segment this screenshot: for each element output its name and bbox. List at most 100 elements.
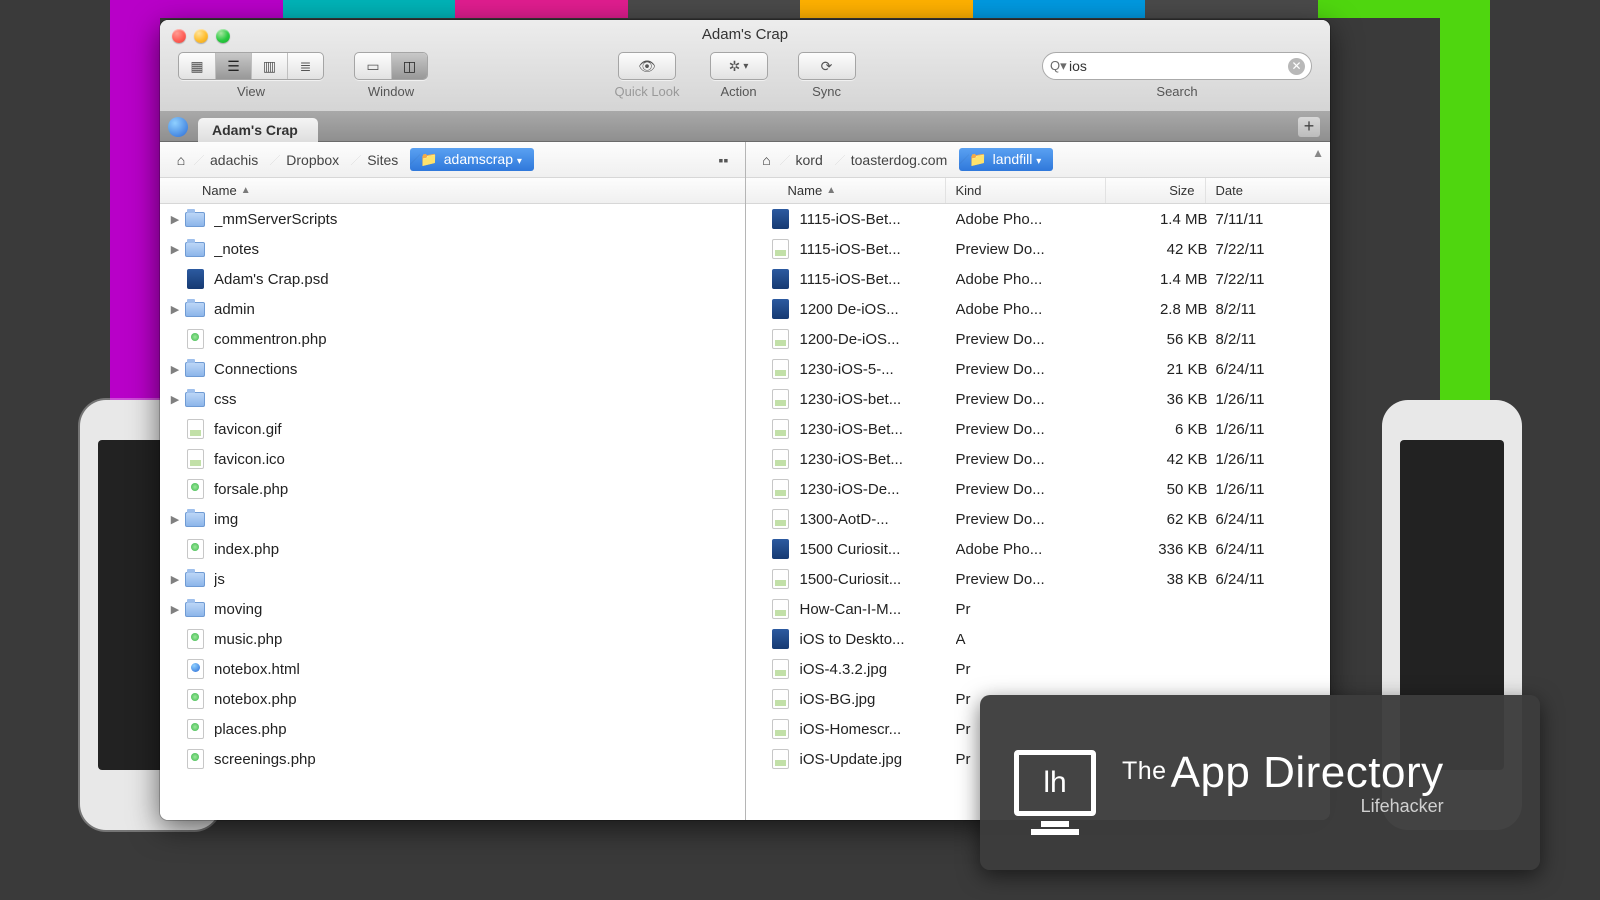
column-name[interactable]: Name▲ [746, 178, 946, 203]
list-item[interactable]: ▶ Connections [160, 354, 745, 384]
window-single-button[interactable]: ▭ [355, 53, 391, 79]
breadcrumb[interactable]: adachis [194, 149, 270, 171]
folder-icon [184, 568, 206, 590]
window-group: ▭ ◫ Window [354, 52, 428, 99]
list-item[interactable]: ▶css [160, 384, 745, 414]
file-date: 6/24/11 [1216, 571, 1326, 588]
list-item[interactable]: 1115-iOS-Bet...Adobe Pho...1.4 MB7/11/11 [746, 204, 1331, 234]
window-dual-button[interactable]: ◫ [391, 53, 427, 79]
breadcrumb[interactable]: 📁landfill ▾ [959, 148, 1053, 171]
tab-bar: Adam's Crap + [160, 112, 1330, 142]
view-toggle-icon[interactable]: ▪▪ [713, 150, 735, 170]
html-icon [184, 658, 206, 680]
view-icon-button[interactable]: ▦ [179, 53, 215, 79]
list-item[interactable]: forsale.php [160, 474, 745, 504]
breadcrumb[interactable]: Dropbox [270, 149, 351, 171]
list-item[interactable]: 1230-iOS-bet...Preview Do...36 KB1/26/11 [746, 384, 1331, 414]
list-item[interactable]: 1200-De-iOS...Preview Do...56 KB8/2/11 [746, 324, 1331, 354]
list-item[interactable]: screenings.php [160, 744, 745, 774]
breadcrumb[interactable]: toasterdog.com [835, 149, 960, 171]
list-item[interactable]: How-Can-I-M...Pr [746, 594, 1331, 624]
clear-search-button[interactable]: ✕ [1288, 58, 1305, 75]
globe-icon[interactable] [168, 117, 188, 137]
left-file-list[interactable]: ▶_mmServerScripts▶_notesAdam's Crap.psd▶… [160, 204, 745, 820]
list-item[interactable]: Adam's Crap.psd [160, 264, 745, 294]
minimize-button[interactable] [194, 29, 208, 43]
breadcrumb[interactable]: kord [780, 149, 835, 171]
file-name: 1500-Curiosit... [800, 571, 956, 588]
list-item[interactable]: favicon.ico [160, 444, 745, 474]
list-item[interactable]: commentron.php [160, 324, 745, 354]
list-item[interactable]: places.php [160, 714, 745, 744]
tab-adams-crap[interactable]: Adam's Crap [198, 118, 318, 142]
list-item[interactable]: 1300-AotD-...Preview Do...62 KB6/24/11 [746, 504, 1331, 534]
file-name: Connections [214, 361, 745, 378]
disclosure-triangle[interactable]: ▶ [168, 573, 182, 586]
column-date[interactable]: Date [1206, 178, 1316, 203]
disclosure-triangle[interactable]: ▶ [168, 513, 182, 526]
disclosure-triangle[interactable]: ▶ [168, 603, 182, 616]
list-item[interactable]: 1115-iOS-Bet...Adobe Pho...1.4 MB7/22/11 [746, 264, 1331, 294]
view-list-button[interactable]: ☰ [215, 53, 251, 79]
home-icon[interactable]: ⌂ [756, 150, 778, 170]
column-kind[interactable]: Kind [946, 178, 1106, 203]
list-item[interactable]: ▶admin [160, 294, 745, 324]
column-name[interactable]: Name▲ [160, 178, 745, 203]
list-item[interactable]: 1200 De-iOS...Adobe Pho...2.8 MB8/2/11 [746, 294, 1331, 324]
disclosure-triangle[interactable]: ▶ [168, 303, 182, 316]
breadcrumb[interactable]: Sites [351, 149, 410, 171]
list-item[interactable]: 1115-iOS-Bet...Preview Do...42 KB7/22/11 [746, 234, 1331, 264]
home-icon[interactable]: ⌂ [170, 150, 192, 170]
list-item[interactable]: ▶_mmServerScripts [160, 204, 745, 234]
zoom-button[interactable] [216, 29, 230, 43]
list-item[interactable]: ▶img [160, 504, 745, 534]
image-icon [770, 478, 792, 500]
list-item[interactable]: ▶js [160, 564, 745, 594]
list-item[interactable]: ▶ moving [160, 594, 745, 624]
file-name: 1230-iOS-De... [800, 481, 956, 498]
list-item[interactable]: iOS-4.3.2.jpgPr [746, 654, 1331, 684]
close-button[interactable] [172, 29, 186, 43]
scroll-up-icon[interactable]: ▲ [1312, 146, 1324, 160]
list-item[interactable]: favicon.gif [160, 414, 745, 444]
file-kind: Preview Do... [956, 361, 1116, 378]
list-item[interactable]: 1500-Curiosit...Preview Do...38 KB6/24/1… [746, 564, 1331, 594]
search-input[interactable] [1069, 58, 1283, 74]
view-column-button[interactable]: ▥ [251, 53, 287, 79]
list-item[interactable]: 1230-iOS-Bet...Preview Do...42 KB1/26/11 [746, 444, 1331, 474]
list-item[interactable]: index.php [160, 534, 745, 564]
list-item[interactable]: notebox.php [160, 684, 745, 714]
file-date: 7/22/11 [1216, 241, 1326, 258]
file-size: 56 KB [1116, 331, 1216, 348]
action-button[interactable]: ✲▾ [710, 52, 768, 80]
file-name: moving [214, 601, 745, 618]
disclosure-triangle[interactable]: ▶ [168, 393, 182, 406]
psd-icon [770, 208, 792, 230]
list-item[interactable]: 1230-iOS-De...Preview Do...50 KB1/26/11 [746, 474, 1331, 504]
add-tab-button[interactable]: + [1298, 117, 1320, 137]
list-item[interactable]: notebox.html [160, 654, 745, 684]
file-size: 1.4 MB [1116, 271, 1216, 288]
disclosure-triangle[interactable]: ▶ [168, 243, 182, 256]
quicklook-button[interactable]: 👁 [618, 52, 676, 80]
breadcrumb[interactable]: 📁adamscrap ▾ [410, 148, 534, 171]
file-kind: Preview Do... [956, 241, 1116, 258]
column-size[interactable]: Size [1106, 178, 1206, 203]
list-item[interactable]: iOS to Deskto...A [746, 624, 1331, 654]
sync-button[interactable]: ⟳ [798, 52, 856, 80]
list-item[interactable]: 1230-iOS-Bet...Preview Do...6 KB1/26/11 [746, 414, 1331, 444]
psd-icon [770, 538, 792, 560]
image-icon [770, 568, 792, 590]
view-coverflow-button[interactable]: ≣ [287, 53, 323, 79]
file-name: index.php [214, 541, 745, 558]
disclosure-triangle[interactable]: ▶ [168, 363, 182, 376]
file-kind: Preview Do... [956, 481, 1116, 498]
file-kind: Preview Do... [956, 451, 1116, 468]
list-item[interactable]: ▶_notes [160, 234, 745, 264]
file-size: 42 KB [1116, 451, 1216, 468]
disclosure-triangle[interactable]: ▶ [168, 213, 182, 226]
image-icon [770, 238, 792, 260]
list-item[interactable]: 1230-iOS-5-...Preview Do...21 KB6/24/11 [746, 354, 1331, 384]
list-item[interactable]: 1500 Curiosit...Adobe Pho...336 KB6/24/1… [746, 534, 1331, 564]
list-item[interactable]: music.php [160, 624, 745, 654]
